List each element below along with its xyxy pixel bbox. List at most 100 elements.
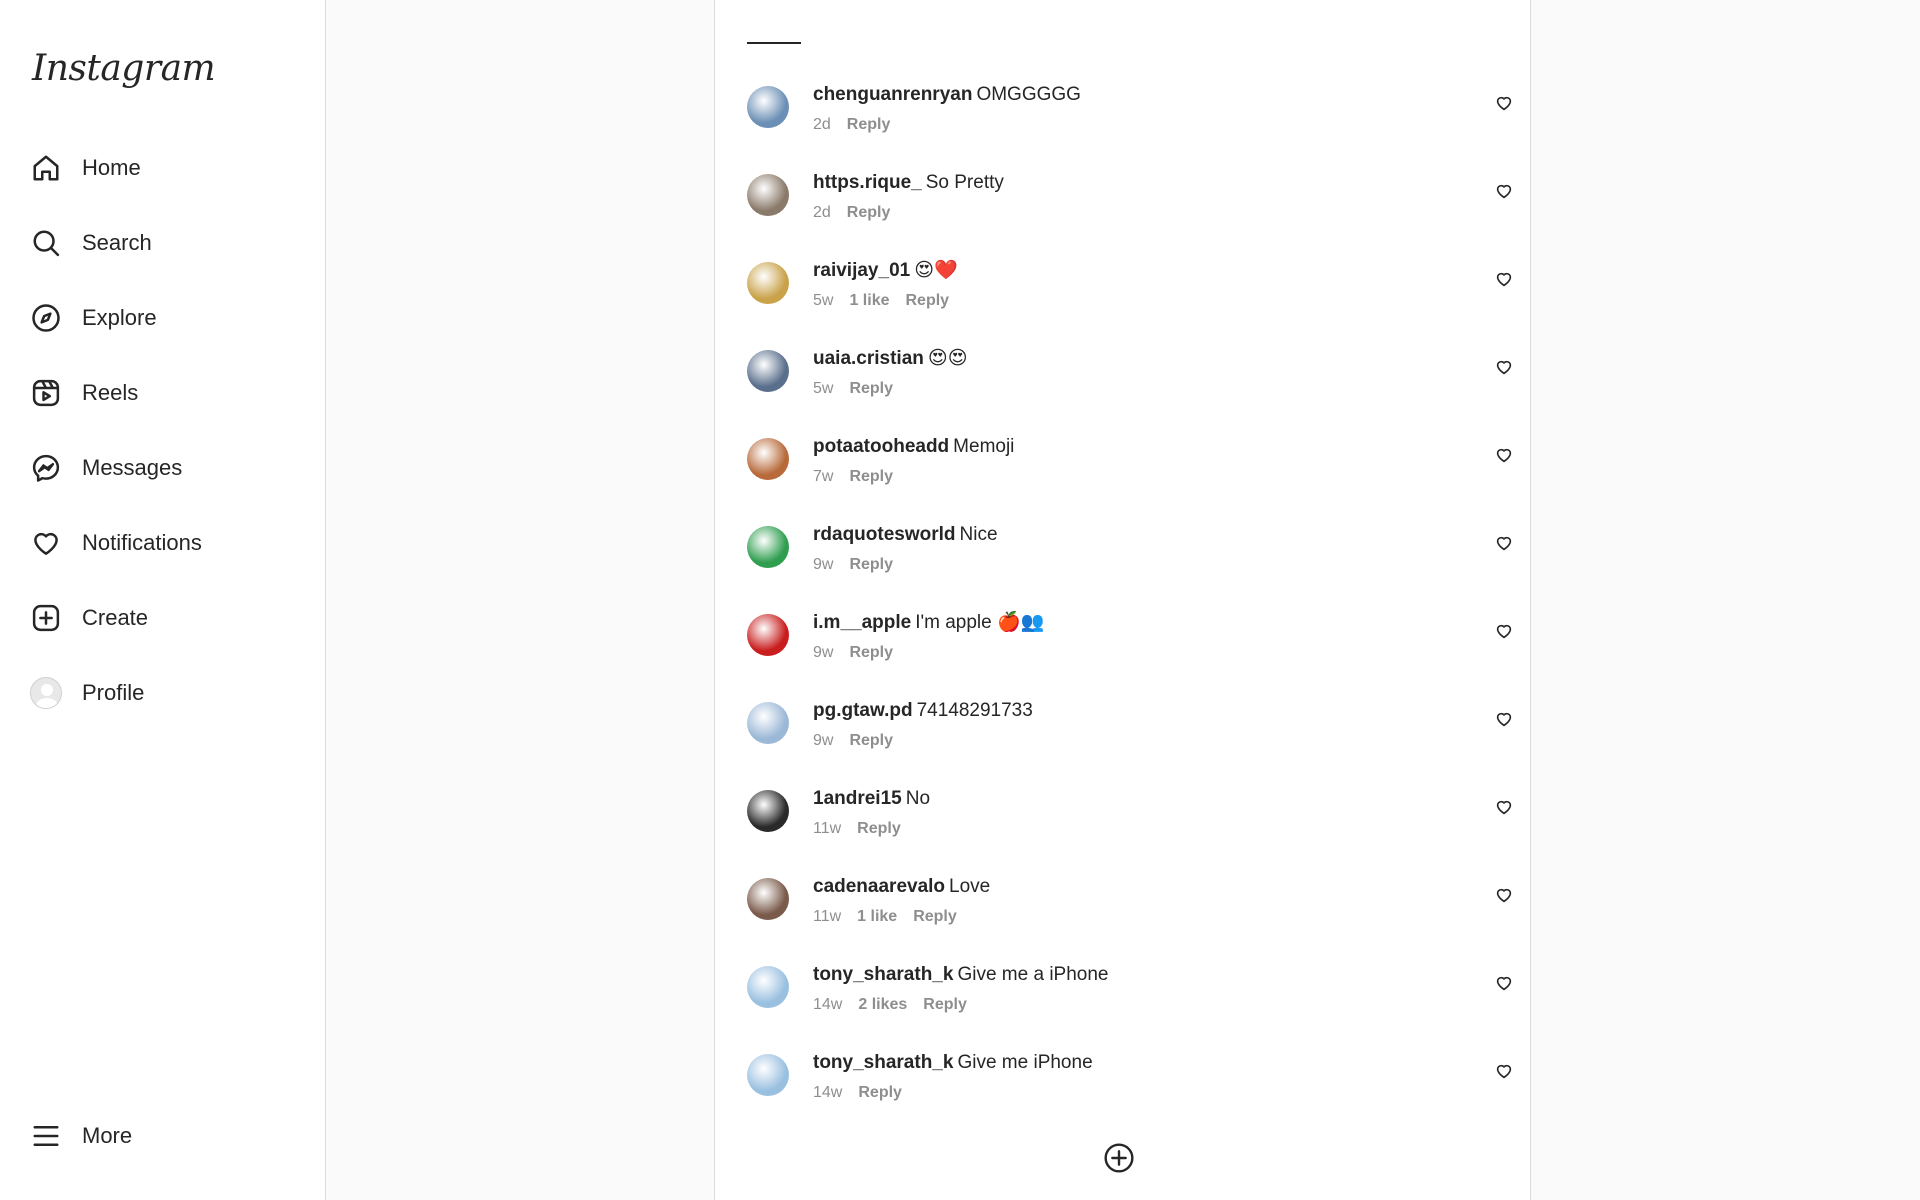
reply-button[interactable]: Reply (849, 556, 893, 574)
search-icon (30, 227, 62, 259)
sidebar-item-create[interactable]: Create (18, 590, 308, 646)
comment-username[interactable]: rdaquotesworld (813, 524, 956, 545)
comment-likes[interactable]: 1 like (849, 292, 889, 310)
comment-username[interactable]: 1andrei15 (813, 788, 902, 809)
comment-age: 7w (813, 468, 834, 485)
menu-icon (30, 1120, 62, 1152)
comment-age: 11w (813, 820, 842, 837)
like-heart-icon[interactable] (1495, 534, 1513, 552)
comment-username[interactable]: tony_sharath_k (813, 1052, 953, 1073)
comments-panel[interactable]: chenguanrenryan OMGGGGG 2d Reply https.riq… (714, 0, 1531, 1200)
sidebar-item-reels[interactable]: Reels (18, 365, 308, 421)
comment-age: 9w (813, 556, 834, 573)
comment-username[interactable]: https.rique_ (813, 172, 922, 193)
comment-text: Nice (959, 524, 998, 545)
plus-square-icon (30, 602, 62, 634)
instagram-logo[interactable]: Instagram (32, 48, 216, 89)
comment-avatar[interactable] (747, 438, 789, 480)
comment-avatar[interactable] (747, 614, 789, 656)
comment-item: raivijay_01 😍❤️ 5w 1 like Reply (747, 260, 1512, 332)
reply-button[interactable]: Reply (847, 116, 891, 134)
comment-avatar[interactable] (747, 966, 789, 1008)
reply-button[interactable]: Reply (849, 468, 893, 486)
sidebar-item-label: Reels (82, 380, 139, 405)
reply-button[interactable]: Reply (858, 1084, 902, 1102)
more-label: More (82, 1123, 133, 1148)
comment-text: 😍😍 (927, 348, 968, 369)
comment-item: pg.gtaw.pd 74148291733 9w Reply (747, 700, 1512, 772)
comment-avatar[interactable] (747, 262, 789, 304)
sidebar-item-label: Create (82, 605, 149, 630)
reply-button[interactable]: Reply (905, 292, 949, 310)
like-heart-icon[interactable] (1495, 798, 1513, 816)
comment-text: Memoji (953, 436, 1015, 457)
reply-button[interactable]: Reply (847, 204, 891, 222)
comment-username[interactable]: tony_sharath_k (813, 964, 953, 985)
comment-avatar[interactable] (747, 790, 789, 832)
sidebar-item-notifications[interactable]: Notifications (18, 515, 308, 571)
like-heart-icon[interactable] (1495, 622, 1513, 640)
comment-age: 14w (813, 996, 843, 1013)
comment-item: i.m__apple I'm apple 🍎👥 9w Reply (747, 612, 1512, 684)
comment-item: rdaquotesworld Nice 9w Reply (747, 524, 1512, 596)
comment-item: potaatooheadd Memoji 7w Reply (747, 436, 1512, 508)
sidebar-item-explore[interactable]: Explore (18, 290, 308, 346)
comment-username[interactable]: i.m__apple (813, 612, 911, 633)
comment-avatar[interactable] (747, 526, 789, 568)
like-heart-icon[interactable] (1495, 886, 1513, 904)
comment-text: Give me iPhone (957, 1052, 1093, 1073)
like-heart-icon[interactable] (1495, 358, 1513, 376)
like-heart-icon[interactable] (1495, 1062, 1513, 1080)
comment-username[interactable]: raivijay_01 (813, 260, 910, 281)
like-heart-icon[interactable] (1495, 974, 1513, 992)
comment-avatar[interactable] (747, 350, 789, 392)
comment-text: No (905, 788, 931, 809)
comment-age: 11w (813, 908, 842, 925)
sidebar-item-label: Explore (82, 305, 157, 330)
avatar (30, 677, 62, 709)
comment-text: 74148291733 (916, 700, 1033, 721)
comment-username[interactable]: pg.gtaw.pd (813, 700, 913, 721)
home-icon (30, 152, 62, 184)
sidebar-item-home[interactable]: Home (18, 140, 308, 196)
comment-age: 5w (813, 292, 834, 309)
reply-button[interactable]: Reply (857, 820, 901, 838)
comment-avatar[interactable] (747, 174, 789, 216)
comment-username[interactable]: uaia.cristian (813, 348, 924, 369)
like-heart-icon[interactable] (1495, 94, 1513, 112)
comment-avatar[interactable] (747, 702, 789, 744)
comment-likes[interactable]: 2 likes (858, 996, 907, 1014)
load-more-comments-button[interactable] (1103, 1142, 1135, 1174)
comment-likes[interactable]: 1 like (857, 908, 897, 926)
reply-button[interactable]: Reply (923, 996, 967, 1014)
sidebar-item-messages[interactable]: Messages (18, 440, 308, 496)
reply-button[interactable]: Reply (849, 644, 893, 662)
comment-username[interactable]: chenguanrenryan (813, 84, 972, 105)
comment-username[interactable]: cadenaarevalo (813, 876, 945, 897)
reply-button[interactable]: Reply (849, 380, 893, 398)
comment-avatar[interactable] (747, 878, 789, 920)
comment-avatar[interactable] (747, 1054, 789, 1096)
comment-item: cadenaarevalo Love 11w 1 like Reply (747, 876, 1512, 948)
comment-item: https.rique_ So Pretty 2d Reply (747, 172, 1512, 244)
messenger-icon (30, 452, 62, 484)
sidebar-item-label: Profile (82, 680, 145, 705)
like-heart-icon[interactable] (1495, 270, 1513, 288)
like-heart-icon[interactable] (1495, 182, 1513, 200)
comment-text: 😍❤️ (914, 260, 958, 281)
compass-icon (30, 302, 62, 334)
comment-item: tony_sharath_k Give me a iPhone 14w 2 like… (747, 964, 1512, 1036)
sidebar-item-more[interactable]: More (18, 1108, 308, 1164)
comment-username[interactable]: potaatooheadd (813, 436, 949, 457)
reply-button[interactable]: Reply (913, 908, 957, 926)
sidebar-item-search[interactable]: Search (18, 215, 308, 271)
like-heart-icon[interactable] (1495, 710, 1513, 728)
comment-avatar[interactable] (747, 86, 789, 128)
comment-age: 5w (813, 380, 834, 397)
reply-button[interactable]: Reply (849, 732, 893, 750)
sidebar: Instagram Home Search Explore Reels Mess… (0, 0, 326, 1200)
sidebar-item-profile[interactable]: Profile (18, 665, 308, 721)
sidebar-item-label: Messages (82, 455, 183, 480)
comment-item: uaia.cristian 😍😍 5w Reply (747, 348, 1512, 420)
like-heart-icon[interactable] (1495, 446, 1513, 464)
